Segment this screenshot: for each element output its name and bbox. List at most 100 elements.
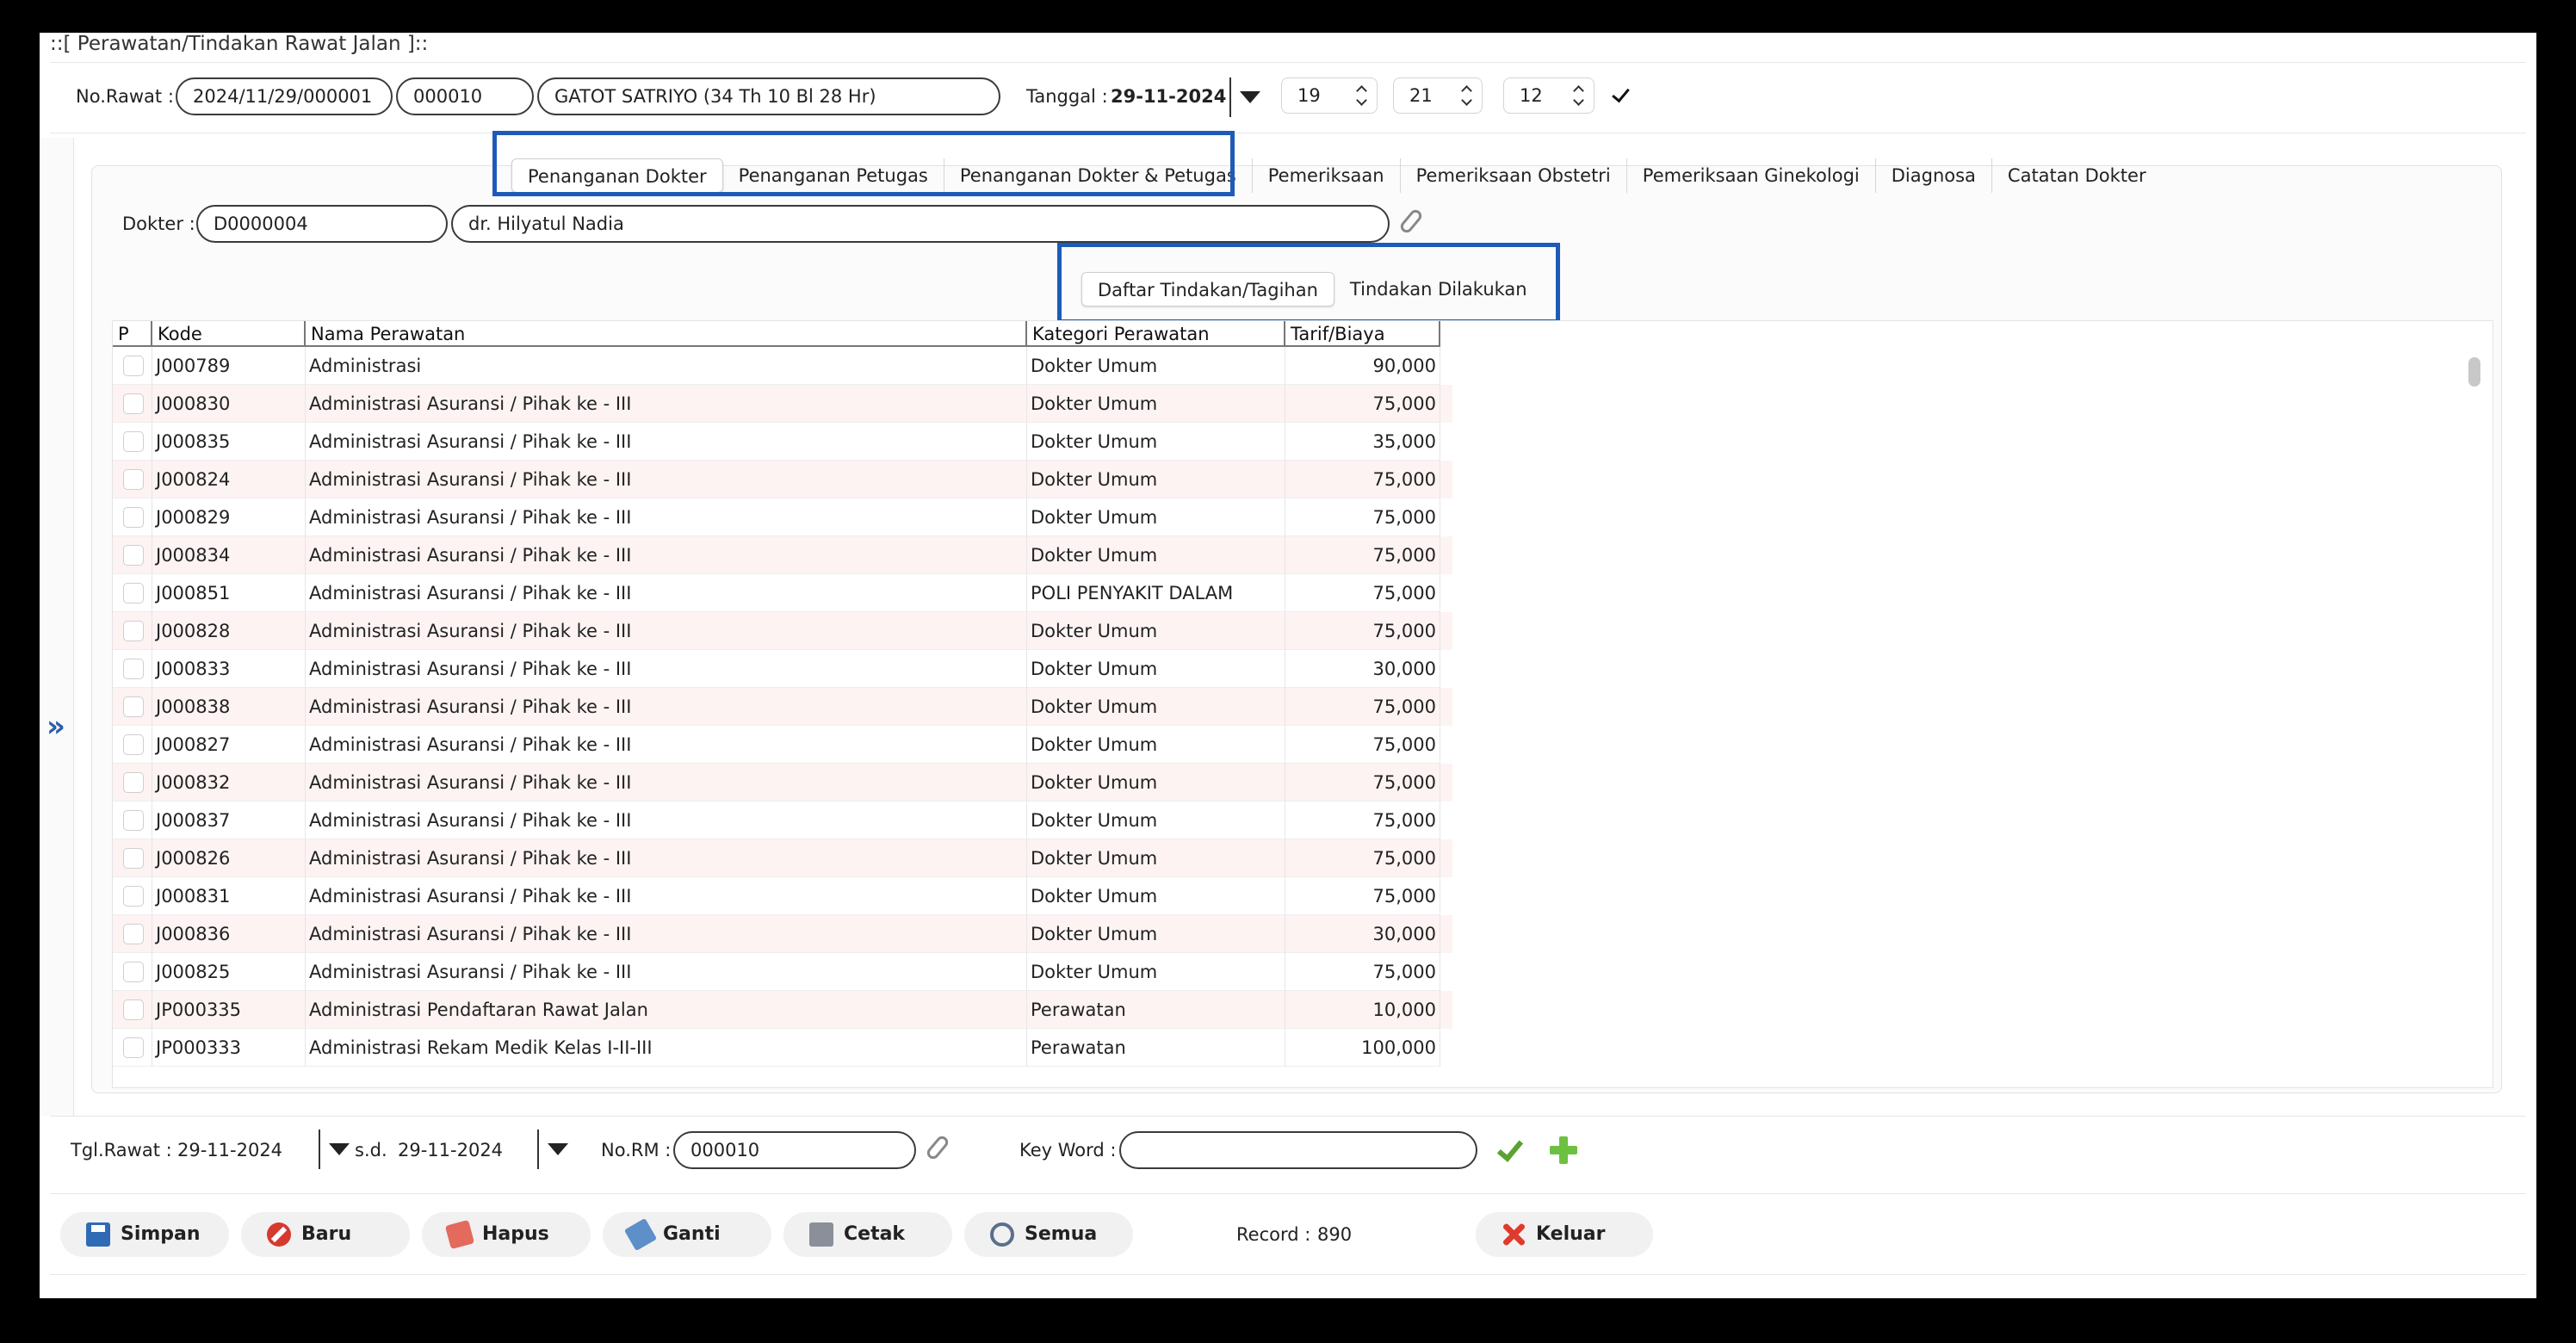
row-checkbox[interactable] (123, 583, 144, 603)
row-checkbox[interactable] (123, 507, 144, 528)
row-checkbox[interactable] (123, 924, 144, 944)
row-checkbox[interactable] (123, 1000, 144, 1020)
tgl-rawat-label: Tgl.Rawat : (71, 1140, 172, 1160)
table-row[interactable]: J000838 Administrasi Asuransi / Pihak ke … (113, 688, 1452, 726)
table-row[interactable]: J000833 Administrasi Asuransi / Pihak ke … (113, 650, 1452, 688)
expand-panel-icon[interactable]: » (46, 709, 65, 744)
no-rm-field[interactable]: 000010 (396, 77, 534, 115)
tgl-from-dropdown-icon[interactable] (319, 1129, 356, 1169)
table-row[interactable]: J000789 Administrasi Dokter Umum 90,000 (113, 347, 1452, 385)
col-kode[interactable]: Kode (152, 321, 306, 347)
table-row[interactable]: J000828 Administrasi Asuransi / Pihak ke … (113, 612, 1452, 650)
kategori-cell: Dokter Umum (1027, 423, 1285, 461)
norm-field[interactable]: 000010 (673, 1131, 916, 1169)
table-row[interactable]: J000837 Administrasi Asuransi / Pihak ke … (113, 801, 1452, 839)
row-checkbox[interactable] (123, 621, 144, 641)
keyword-input[interactable] (1119, 1131, 1477, 1169)
col-tarif[interactable]: Tarif/Biaya (1285, 321, 1440, 347)
baru-button[interactable]: Baru (241, 1212, 410, 1257)
row-checkbox[interactable] (123, 1037, 144, 1058)
cetak-button[interactable]: Cetak (783, 1212, 952, 1257)
minute-spinner[interactable]: 21 (1393, 77, 1483, 114)
patient-name-field[interactable]: GATOT SATRIYO (34 Th 10 Bl 28 Hr) (537, 77, 1000, 115)
tarif-cell: 75,000 (1285, 839, 1440, 877)
table-row[interactable]: JP000333 Administrasi Rekam Medik Kelas I… (113, 1029, 1452, 1067)
col-p[interactable]: P (113, 321, 152, 347)
table-row[interactable]: J000829 Administrasi Asuransi / Pihak ke … (113, 498, 1452, 536)
time-auto-checkbox[interactable] (1608, 83, 1632, 107)
table-row[interactable]: J000831 Administrasi Asuransi / Pihak ke … (113, 877, 1452, 915)
table-row[interactable]: J000827 Administrasi Asuransi / Pihak ke … (113, 726, 1452, 764)
row-checkbox[interactable] (123, 393, 144, 414)
tanggal-dropdown-icon[interactable] (1229, 77, 1267, 117)
row-checkbox[interactable] (123, 848, 144, 869)
tanggal-value[interactable]: 29-11-2024 (1111, 86, 1226, 107)
tindakan-table: P Kode Nama Perawatan Kategori Perawatan… (112, 320, 2493, 1088)
table-row[interactable]: J000834 Administrasi Asuransi / Pihak ke … (113, 536, 1452, 574)
tgl-to-value[interactable]: 29-11-2024 (398, 1140, 503, 1160)
row-checkbox[interactable] (123, 469, 144, 490)
table-row[interactable]: J000836 Administrasi Asuransi / Pihak ke … (113, 915, 1452, 953)
table-row[interactable]: J000835 Administrasi Asuransi / Pihak ke … (113, 423, 1452, 461)
kode-cell: J000833 (152, 650, 306, 688)
row-checkbox[interactable] (123, 772, 144, 793)
semua-button[interactable]: Semua (964, 1212, 1133, 1257)
hour-spinner[interactable]: 19 (1281, 77, 1378, 114)
row-checkbox[interactable] (123, 356, 144, 376)
row-checkbox[interactable] (123, 962, 144, 982)
nama-cell: Administrasi Asuransi / Pihak ke - III (306, 801, 1027, 839)
col-kategori[interactable]: Kategori Perawatan (1027, 321, 1285, 347)
hapus-button[interactable]: Hapus (422, 1212, 591, 1257)
kode-cell: J000831 (152, 877, 306, 915)
save-icon (86, 1222, 110, 1247)
row-checkbox[interactable] (123, 734, 144, 755)
tgl-from-value[interactable]: 29-11-2024 (177, 1140, 282, 1160)
spinner-arrows-icon[interactable] (1573, 84, 1585, 108)
window-title: ::[ Perawatan/Tindakan Rawat Jalan ]:: (50, 33, 429, 55)
row-select-cell (113, 347, 152, 385)
search-ok-icon[interactable] (1495, 1136, 1520, 1162)
table-row[interactable]: J000851 Administrasi Asuransi / Pihak ke … (113, 574, 1452, 612)
second-spinner[interactable]: 12 (1503, 77, 1595, 114)
spinner-arrows-icon[interactable] (1461, 84, 1473, 108)
row-select-cell (113, 423, 152, 461)
keluar-button[interactable]: Keluar (1476, 1212, 1653, 1257)
attach-icon[interactable] (924, 1134, 951, 1161)
table-row[interactable]: J000826 Administrasi Asuransi / Pihak ke … (113, 839, 1452, 877)
table-row[interactable]: JP000335 Administrasi Pendaftaran Rawat J… (113, 991, 1452, 1029)
dokter-name-field[interactable]: dr. Hilyatul Nadia (451, 205, 1390, 243)
scrollbar-thumb[interactable] (2468, 357, 2480, 387)
row-select-cell (113, 1029, 152, 1067)
highlight-box-subtabs (1057, 243, 1560, 324)
ganti-label: Ganti (663, 1223, 721, 1245)
tarif-cell: 35,000 (1285, 423, 1440, 461)
row-checkbox[interactable] (123, 431, 144, 452)
no-rawat-field[interactable]: 2024/11/29/000001 (176, 77, 393, 115)
dokter-code-field[interactable]: D0000004 (196, 205, 448, 243)
tgl-to-dropdown-icon[interactable] (537, 1129, 575, 1169)
col-nama-perawatan[interactable]: Nama Perawatan (306, 321, 1027, 347)
row-checkbox[interactable] (123, 886, 144, 907)
tab-pemeriksaan-ginekologi[interactable]: Pemeriksaan Ginekologi (1627, 158, 1876, 193)
simpan-button[interactable]: Simpan (60, 1212, 229, 1257)
ganti-button[interactable]: Ganti (603, 1212, 771, 1257)
table-row[interactable]: J000824 Administrasi Asuransi / Pihak ke … (113, 461, 1452, 498)
table-row[interactable]: J000825 Administrasi Asuransi / Pihak ke … (113, 953, 1452, 991)
scrollbar-track[interactable] (2467, 356, 2482, 1079)
tab-catatan-dokter[interactable]: Catatan Dokter (1992, 158, 2162, 193)
tarif-cell: 75,000 (1285, 688, 1440, 726)
tab-pemeriksaan[interactable]: Pemeriksaan (1253, 158, 1401, 193)
add-icon[interactable] (1550, 1136, 1577, 1164)
row-checkbox[interactable] (123, 810, 144, 831)
row-checkbox[interactable] (123, 696, 144, 717)
kode-cell: J000827 (152, 726, 306, 764)
tab-diagnosa[interactable]: Diagnosa (1876, 158, 1992, 193)
tab-pemeriksaan-obstetri[interactable]: Pemeriksaan Obstetri (1401, 158, 1627, 193)
table-row[interactable]: J000830 Administrasi Asuransi / Pihak ke … (113, 385, 1452, 423)
table-row[interactable]: J000832 Administrasi Asuransi / Pihak ke … (113, 764, 1452, 801)
row-checkbox[interactable] (123, 545, 144, 566)
kode-cell: J000838 (152, 688, 306, 726)
row-checkbox[interactable] (123, 659, 144, 679)
spinner-arrows-icon[interactable] (1356, 84, 1368, 108)
simpan-label: Simpan (121, 1223, 201, 1245)
